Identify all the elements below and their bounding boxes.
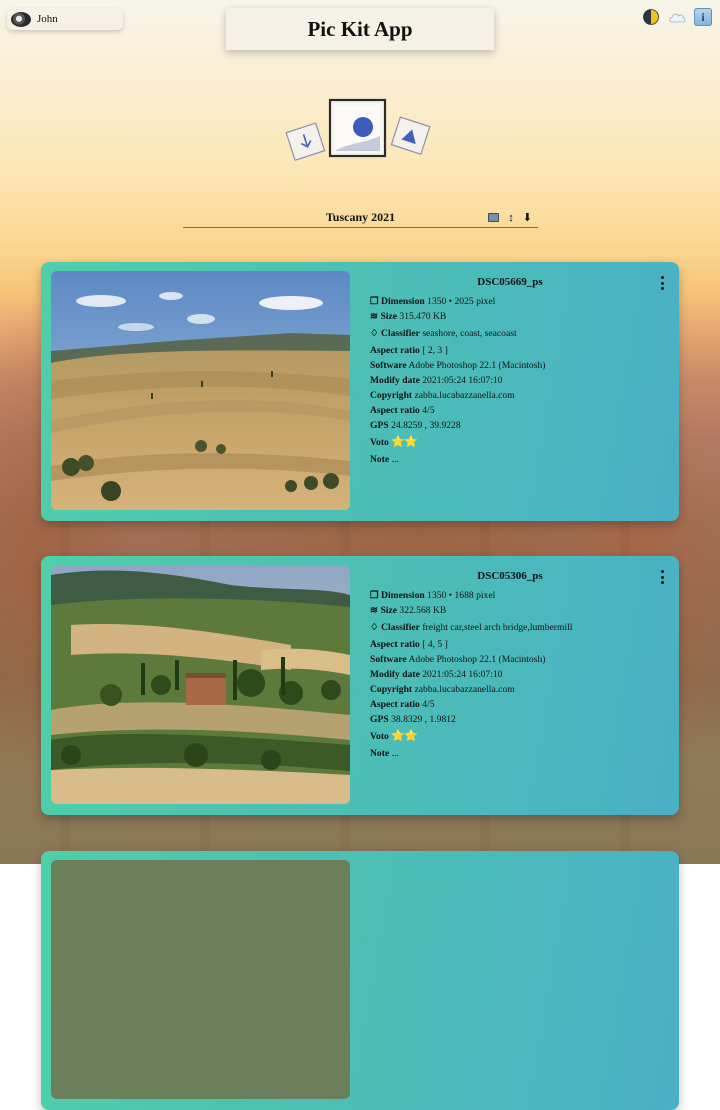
- copyright-value: zabba.lucabazzanella.com: [414, 390, 515, 401]
- software-value: Adobe Photoshop 22.1 (Macintosh): [408, 654, 546, 665]
- voto-label: Voto: [370, 731, 389, 742]
- classifier-label: Classifier: [381, 622, 420, 633]
- photo-thumbnail[interactable]: [51, 271, 350, 510]
- software-label: Software: [370, 654, 407, 665]
- note-value[interactable]: ...: [392, 748, 399, 759]
- photo-card[interactable]: [41, 851, 679, 1110]
- modify-date-label: Modify date: [370, 669, 420, 680]
- more-options-icon[interactable]: [659, 570, 665, 584]
- software-label: Software: [370, 360, 407, 371]
- modify-date-value: 2021:05:24 16:07:10: [422, 669, 503, 680]
- info-icon[interactable]: i: [694, 8, 712, 26]
- rating-stars[interactable]: ⭐⭐: [391, 436, 417, 448]
- top-right-toolbar: i: [642, 8, 712, 26]
- album-header: Tuscany 2021 ↕ ⬇: [183, 210, 538, 228]
- voto-label: Voto: [370, 437, 389, 448]
- aspect-ratio-value: [ 2, 3 ]: [422, 345, 448, 356]
- size-value: 322.568 KB: [399, 605, 447, 616]
- dimension-label: Dimension: [381, 296, 425, 307]
- copyright-label: Copyright: [370, 684, 413, 695]
- dimension-value: 1350 • 2025 pixel: [427, 296, 496, 307]
- photo-metadata: ❐ Dimension 1350 • 1688 pixel ≋ Size 322…: [370, 588, 660, 761]
- classifier-icon: ♢: [370, 622, 379, 633]
- cloud-icon[interactable]: [668, 8, 686, 26]
- more-options-icon[interactable]: [659, 276, 665, 290]
- dimension-icon: ❐: [370, 590, 379, 601]
- app-title-card: Pic Kit App: [226, 8, 494, 50]
- app-logo: [282, 96, 434, 166]
- size-label: Size: [380, 605, 397, 616]
- aspect-ratio-label: Aspect ratio: [370, 639, 420, 650]
- note-label: Note: [370, 454, 390, 465]
- user-menu[interactable]: John: [7, 8, 123, 30]
- copyright-label: Copyright: [370, 390, 413, 401]
- user-name: John: [37, 13, 58, 25]
- aspect-ratio-2-value: 4/5: [422, 405, 435, 416]
- sort-icon[interactable]: ↕: [508, 212, 514, 224]
- photo-card[interactable]: DSC05669_ps ❐ Dimension 1350 • 2025 pixe…: [41, 262, 679, 521]
- dimension-icon: ❐: [370, 296, 379, 307]
- avatar-icon: [11, 11, 31, 27]
- dimension-value: 1350 • 1688 pixel: [427, 590, 496, 601]
- modify-date-label: Modify date: [370, 375, 420, 386]
- photo-thumbnail[interactable]: [51, 860, 350, 1099]
- aspect-ratio-2-value: 4/5: [422, 699, 435, 710]
- gps-value: 38.8329 , 1.9812: [391, 714, 456, 725]
- classifier-label: Classifier: [381, 328, 420, 339]
- photo-filename: DSC05669_ps: [477, 276, 543, 288]
- aspect-ratio-label: Aspect ratio: [370, 345, 420, 356]
- classifier-icon: ♢: [370, 328, 379, 339]
- image-view-icon[interactable]: [488, 213, 500, 222]
- app-title: Pic Kit App: [307, 16, 413, 41]
- size-icon: ≋: [370, 605, 379, 616]
- gps-label: GPS: [370, 714, 389, 725]
- aspect-ratio-2-label: Aspect ratio: [370, 405, 420, 416]
- album-tools: ↕ ⬇: [488, 211, 532, 224]
- moon-icon[interactable]: [642, 8, 660, 26]
- size-label: Size: [380, 311, 397, 322]
- copyright-value: zabba.lucabazzanella.com: [414, 684, 515, 695]
- classifier-value: seashore, coast, seacoast: [422, 328, 517, 339]
- modify-date-value: 2021:05:24 16:07:10: [422, 375, 503, 386]
- gps-value: 24.8259 , 39.9228: [391, 420, 461, 431]
- rating-stars[interactable]: ⭐⭐: [391, 730, 417, 742]
- classifier-value: freight car,steel arch bridge,lumbermill: [422, 622, 573, 633]
- note-value[interactable]: ...: [392, 454, 399, 465]
- album-title: Tuscany 2021: [325, 210, 396, 224]
- photo-filename: DSC05306_ps: [477, 570, 543, 582]
- photo-metadata: ❐ Dimension 1350 • 2025 pixel ≋ Size 315…: [370, 294, 660, 467]
- photo-card[interactable]: DSC05306_ps ❐ Dimension 1350 • 1688 pixe…: [41, 556, 679, 815]
- note-label: Note: [370, 748, 390, 759]
- gps-label: GPS: [370, 420, 389, 431]
- photo-thumbnail[interactable]: [51, 565, 350, 804]
- size-icon: ≋: [370, 311, 379, 322]
- size-value: 315.470 KB: [399, 311, 447, 322]
- software-value: Adobe Photoshop 22.1 (Macintosh): [408, 360, 546, 371]
- dimension-label: Dimension: [381, 590, 425, 601]
- aspect-ratio-2-label: Aspect ratio: [370, 699, 420, 710]
- download-icon[interactable]: ⬇: [523, 211, 532, 224]
- aspect-ratio-value: [ 4, 5 ]: [422, 639, 448, 650]
